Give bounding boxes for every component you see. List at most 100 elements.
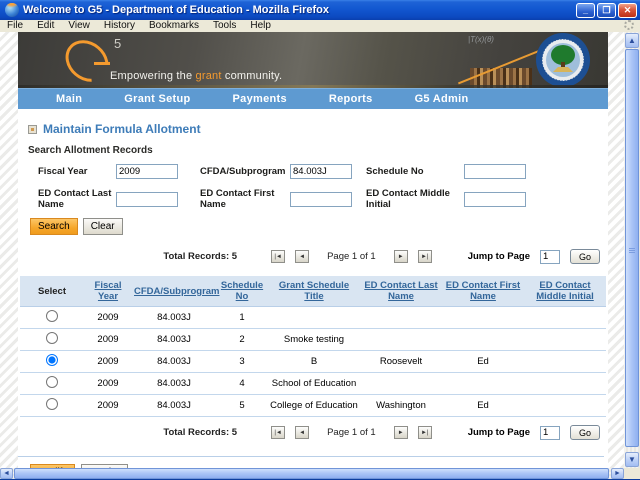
- last-page-button[interactable]: ►|: [418, 426, 432, 439]
- main-nav: Main Grant Setup Payments Reports G5 Adm…: [18, 88, 608, 109]
- nav-payments[interactable]: Payments: [233, 93, 287, 105]
- scroll-left-icon[interactable]: ◄: [0, 468, 13, 479]
- menu-bookmarks[interactable]: Bookmarks: [142, 20, 206, 32]
- menu-view[interactable]: View: [61, 20, 97, 32]
- browser-window: Welcome to G5 - Department of Education …: [0, 0, 640, 480]
- row-select-0[interactable]: [46, 310, 58, 322]
- prev-page-button[interactable]: ◄: [295, 250, 309, 263]
- table-row: 2009 84.003J 2 Smoke testing: [20, 329, 606, 351]
- total-records-label: Total Records: 5: [163, 427, 237, 438]
- cell-schedule-no: 4: [216, 373, 268, 395]
- horizontal-scroll-thumb[interactable]: [14, 468, 609, 479]
- nav-grant-setup[interactable]: Grant Setup: [124, 93, 190, 105]
- row-select-1[interactable]: [46, 332, 58, 344]
- banner-tagline: Empowering the grant community.: [110, 70, 282, 82]
- table-header-row: Select Fiscal Year CFDA/Subprogram Sched…: [20, 276, 606, 307]
- page-indicator: Page 1 of 1: [327, 427, 376, 438]
- horizontal-scrollbar[interactable]: ◄ ►: [0, 468, 624, 479]
- menu-edit[interactable]: Edit: [30, 20, 61, 32]
- col-ed-contact-middle-initial[interactable]: ED Contact Middle Initial: [524, 276, 606, 307]
- pagination-bottom: Total Records: 5 |◄ ◄ Page 1 of 1 ► ►| J…: [18, 425, 600, 440]
- minimize-button[interactable]: _: [576, 3, 595, 18]
- title-bar: Welcome to G5 - Department of Education …: [0, 0, 640, 20]
- cfda-subprogram-label: CFDA/Subprogram: [200, 166, 290, 177]
- row-select-4[interactable]: [46, 398, 58, 410]
- firefox-icon: [5, 3, 19, 17]
- cell-first-name: [442, 373, 524, 395]
- window-title: Welcome to G5 - Department of Education …: [23, 4, 576, 16]
- scroll-up-icon[interactable]: ▲: [625, 33, 639, 48]
- g-logo-number: 5: [114, 36, 121, 51]
- g5-page: |T(x)(θ) 5 Empowering the grant communit…: [18, 32, 608, 468]
- cell-fiscal-year: 2009: [84, 329, 132, 351]
- tagline-pre: Empowering the: [110, 70, 196, 82]
- search-form: Fiscal Year CFDA/Subprogram Schedule No …: [38, 164, 608, 210]
- scrollbar-corner: [624, 468, 640, 479]
- menu-file[interactable]: File: [0, 20, 30, 32]
- cell-last-name: Roosevelt: [360, 351, 442, 373]
- last-page-button[interactable]: ►|: [418, 250, 432, 263]
- ed-contact-first-name-label: ED Contact First Name: [200, 188, 290, 210]
- row-select-2[interactable]: [46, 354, 58, 366]
- g-logo-bar: [94, 62, 110, 65]
- menu-tools[interactable]: Tools: [206, 20, 243, 32]
- cell-cfda: 84.003J: [132, 307, 216, 329]
- scroll-down-icon[interactable]: ▼: [625, 452, 639, 467]
- cell-schedule-no: 1: [216, 307, 268, 329]
- col-cfda-subprogram[interactable]: CFDA/Subprogram: [132, 276, 216, 307]
- page-indicator: Page 1 of 1: [327, 251, 376, 262]
- col-fiscal-year[interactable]: Fiscal Year: [84, 276, 132, 307]
- jump-to-page-input[interactable]: [540, 250, 560, 264]
- ed-contact-first-name-input[interactable]: [290, 192, 352, 207]
- nav-reports[interactable]: Reports: [329, 93, 373, 105]
- fiscal-year-input[interactable]: [116, 164, 178, 179]
- tagline-grant: grant: [196, 70, 222, 82]
- vertical-scroll-thumb[interactable]: [625, 49, 639, 447]
- prev-page-button[interactable]: ◄: [295, 426, 309, 439]
- cell-first-name: Ed: [442, 351, 524, 373]
- cell-first-name: Ed: [442, 395, 524, 417]
- nav-main[interactable]: Main: [56, 93, 82, 105]
- cell-middle-initial: [524, 395, 606, 417]
- col-grant-schedule-title[interactable]: Grant Schedule Title: [268, 276, 360, 307]
- divider: [18, 456, 604, 457]
- chalkboard-text: |T(x)(θ): [468, 35, 494, 44]
- restore-button[interactable]: ❐: [597, 3, 616, 18]
- page-content: Maintain Formula Allotment Search Allotm…: [18, 109, 608, 468]
- cell-title: B: [268, 351, 360, 373]
- schedule-no-input[interactable]: [464, 164, 526, 179]
- cell-fiscal-year: 2009: [84, 351, 132, 373]
- menu-history[interactable]: History: [97, 20, 142, 32]
- table-row: 2009 84.003J 1: [20, 307, 606, 329]
- cell-last-name: Washington: [360, 395, 442, 417]
- ed-contact-last-name-input[interactable]: [116, 192, 178, 207]
- cfda-subprogram-input[interactable]: [290, 164, 352, 179]
- cell-last-name: [360, 373, 442, 395]
- row-select-3[interactable]: [46, 376, 58, 388]
- schedule-no-label: Schedule No: [366, 166, 464, 177]
- page-title-icon: [28, 125, 37, 134]
- cell-cfda: 84.003J: [132, 373, 216, 395]
- first-page-button[interactable]: |◄: [271, 426, 285, 439]
- col-ed-contact-first-name[interactable]: ED Contact First Name: [442, 276, 524, 307]
- cell-schedule-no: 2: [216, 329, 268, 351]
- cell-schedule-no: 5: [216, 395, 268, 417]
- nav-g5-admin[interactable]: G5 Admin: [415, 93, 469, 105]
- cell-last-name: [360, 307, 442, 329]
- cell-middle-initial: [524, 373, 606, 395]
- menu-help[interactable]: Help: [243, 20, 278, 32]
- close-button[interactable]: ✕: [618, 3, 637, 18]
- ed-contact-middle-initial-input[interactable]: [464, 192, 526, 207]
- next-page-button[interactable]: ►: [394, 250, 408, 263]
- next-page-button[interactable]: ►: [394, 426, 408, 439]
- col-schedule-no[interactable]: Schedule No: [216, 276, 268, 307]
- search-button[interactable]: Search: [30, 218, 78, 235]
- vertical-scrollbar[interactable]: ▲ ▼: [624, 32, 640, 468]
- scroll-right-icon[interactable]: ►: [611, 468, 624, 479]
- first-page-button[interactable]: |◄: [271, 250, 285, 263]
- col-ed-contact-last-name[interactable]: ED Contact Last Name: [360, 276, 442, 307]
- go-button[interactable]: Go: [570, 249, 600, 264]
- go-button[interactable]: Go: [570, 425, 600, 440]
- clear-button[interactable]: Clear: [83, 218, 123, 235]
- jump-to-page-input[interactable]: [540, 426, 560, 440]
